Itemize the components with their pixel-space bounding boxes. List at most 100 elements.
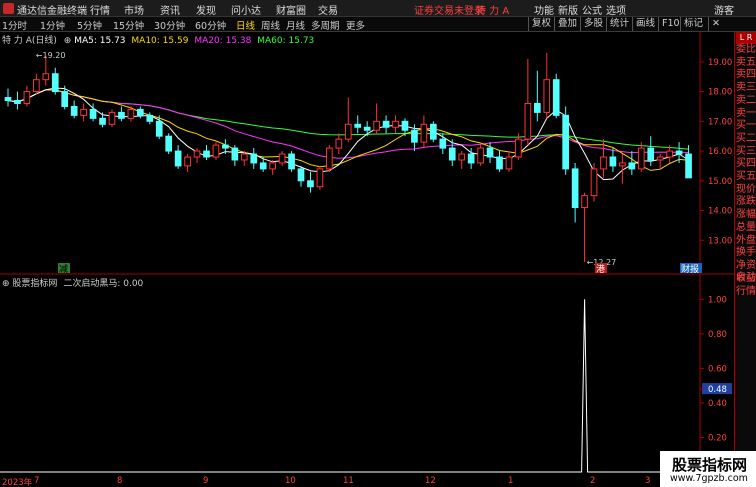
menu-caifuquan[interactable]: 财富圈 (276, 2, 306, 17)
date-label: 1 (508, 476, 514, 486)
title-stock-name: 特 力 A (476, 6, 510, 17)
indicator-tick-label: 1.00 (708, 295, 727, 305)
candle (51, 67, 59, 95)
tf-daily[interactable]: 日线 (236, 18, 255, 32)
indicator-source: 股票指标网 (12, 279, 58, 289)
date-label: 2 (590, 476, 596, 486)
candle (524, 58, 532, 146)
candle (571, 162, 579, 223)
tf-1min[interactable]: 1分钟 (40, 18, 65, 32)
candle (656, 154, 664, 169)
candle (420, 115, 428, 149)
candle (505, 151, 513, 172)
menu-hangqing[interactable]: 行情 (90, 2, 110, 17)
kline-chart[interactable]: 1.00 0.80 0.60 0.48 0.40 0.20 19.00 18.00 17.00… (0, 32, 734, 476)
candle (174, 145, 182, 169)
price-tick-label: 14.00 (708, 207, 732, 217)
indicator-value: 0.00 (123, 279, 144, 289)
menu-shichang[interactable]: 市场 (124, 2, 144, 17)
panel-label: 涨幅 (736, 209, 756, 221)
menu-xinban[interactable]: 新版 (558, 2, 578, 17)
panel-lr-toggle[interactable]: L R (736, 32, 756, 44)
app-name: 通达信金融终端 (17, 6, 87, 17)
candle (477, 142, 484, 166)
candle (439, 133, 447, 155)
candle (562, 106, 570, 175)
menu-faxian[interactable]: 发现 (196, 2, 216, 17)
menu-gongshi[interactable]: 公式 (582, 2, 602, 17)
watermark-url: www.7gpzb.com (670, 473, 748, 484)
candle (288, 151, 295, 172)
tf-monthly[interactable]: 月线 (286, 18, 305, 32)
tf-60min[interactable]: 60分钟 (195, 18, 226, 32)
candle (590, 162, 598, 202)
panel-label: 卖二 (736, 94, 756, 106)
btn-f10[interactable]: F10 (658, 17, 683, 31)
price-axis: 19.00 18.00 17.00 16.00 15.00 14.00 13.00 ←19.2… (36, 51, 733, 275)
legend-ma5: MA5: 15.73 (74, 36, 126, 46)
tf-multi[interactable]: 多周期 (311, 18, 340, 32)
price-tick-label: 13.00 (708, 236, 732, 246)
candle (316, 165, 324, 190)
candle (212, 142, 220, 160)
candle (297, 165, 305, 187)
menu-gongneng[interactable]: 功能 (534, 2, 554, 17)
price-tick-label: 18.00 (708, 88, 732, 98)
candle (552, 73, 560, 119)
event-marker-jian: 减 (59, 263, 68, 275)
date-label: 12 (425, 476, 436, 486)
menu-jiaoyi[interactable]: 交易 (318, 2, 338, 17)
candle (581, 192, 588, 262)
panel-label: 自动 (736, 272, 756, 283)
candle (344, 97, 352, 143)
candle (354, 115, 362, 134)
candle (269, 159, 276, 175)
login-notice[interactable]: 证券交易未登录 (414, 2, 484, 17)
candle (70, 100, 78, 119)
indicator-settings-icon[interactable]: ⊕ (2, 279, 10, 289)
btn-diejia[interactable]: 叠加 (554, 17, 580, 31)
date-label: 2023年 (2, 478, 33, 487)
btn-biaoji[interactable]: 标记 (680, 17, 706, 31)
panel-label: 买二 (736, 132, 756, 144)
tf-more[interactable]: 更多 (346, 18, 365, 32)
menu-zixun[interactable]: 资讯 (160, 2, 180, 17)
candle (278, 151, 286, 166)
panel-label: 买四 (736, 158, 756, 170)
btn-fuquan[interactable]: 复权 (528, 17, 554, 31)
legend-ma-toggle-icon[interactable]: ⊕ (64, 36, 72, 46)
indicator-tick-label: 0.80 (708, 330, 727, 340)
event-marker-caibao: 财报 (681, 263, 699, 275)
tf-1min-line[interactable]: 1分时 (2, 18, 27, 32)
panel-label: 卖三 (736, 82, 756, 94)
date-label: 11 (343, 476, 354, 486)
menu-xuanxiang[interactable]: 选项 (606, 2, 626, 17)
candle (609, 148, 617, 172)
tf-30min[interactable]: 30分钟 (154, 18, 185, 32)
date-axis: 2023年 7 8 9 10 11 12 1 2 3 (0, 476, 660, 487)
btn-tongji[interactable]: 统计 (606, 17, 632, 31)
candle (496, 151, 503, 172)
legend-ma60: MA60: 15.73 (257, 36, 315, 46)
close-icon[interactable]: ✕ (708, 17, 723, 31)
candle (193, 148, 201, 163)
period-toolbar: 1分时 1分钟 5分钟 15分钟 30分钟 60分钟 日线 周线 月线 多周期 … (0, 17, 756, 32)
tf-weekly[interactable]: 周线 (261, 18, 280, 32)
candle (23, 85, 31, 107)
guest-user[interactable]: 游客 (714, 2, 734, 17)
tf-15min[interactable]: 15分钟 (113, 18, 144, 32)
menu-wenxiaoda[interactable]: 问小达 (231, 2, 261, 17)
tf-5min[interactable]: 5分钟 (77, 18, 102, 32)
candle (203, 145, 210, 160)
app-logo (3, 3, 14, 14)
btn-duogu[interactable]: 多股 (580, 17, 606, 31)
candle (42, 55, 50, 86)
panel-label: 净资 (736, 259, 756, 271)
candle (250, 148, 258, 169)
btn-huaxian[interactable]: 画线 (632, 17, 658, 31)
indicator-legend: ⊕ 股票指标网 二次启动黑马: 0.00 (2, 279, 144, 289)
panel-label: 委比 (736, 44, 756, 55)
panel-label: 现价 (736, 183, 756, 195)
legend-stock: 特 力 A (2, 36, 32, 46)
candle (108, 109, 116, 128)
